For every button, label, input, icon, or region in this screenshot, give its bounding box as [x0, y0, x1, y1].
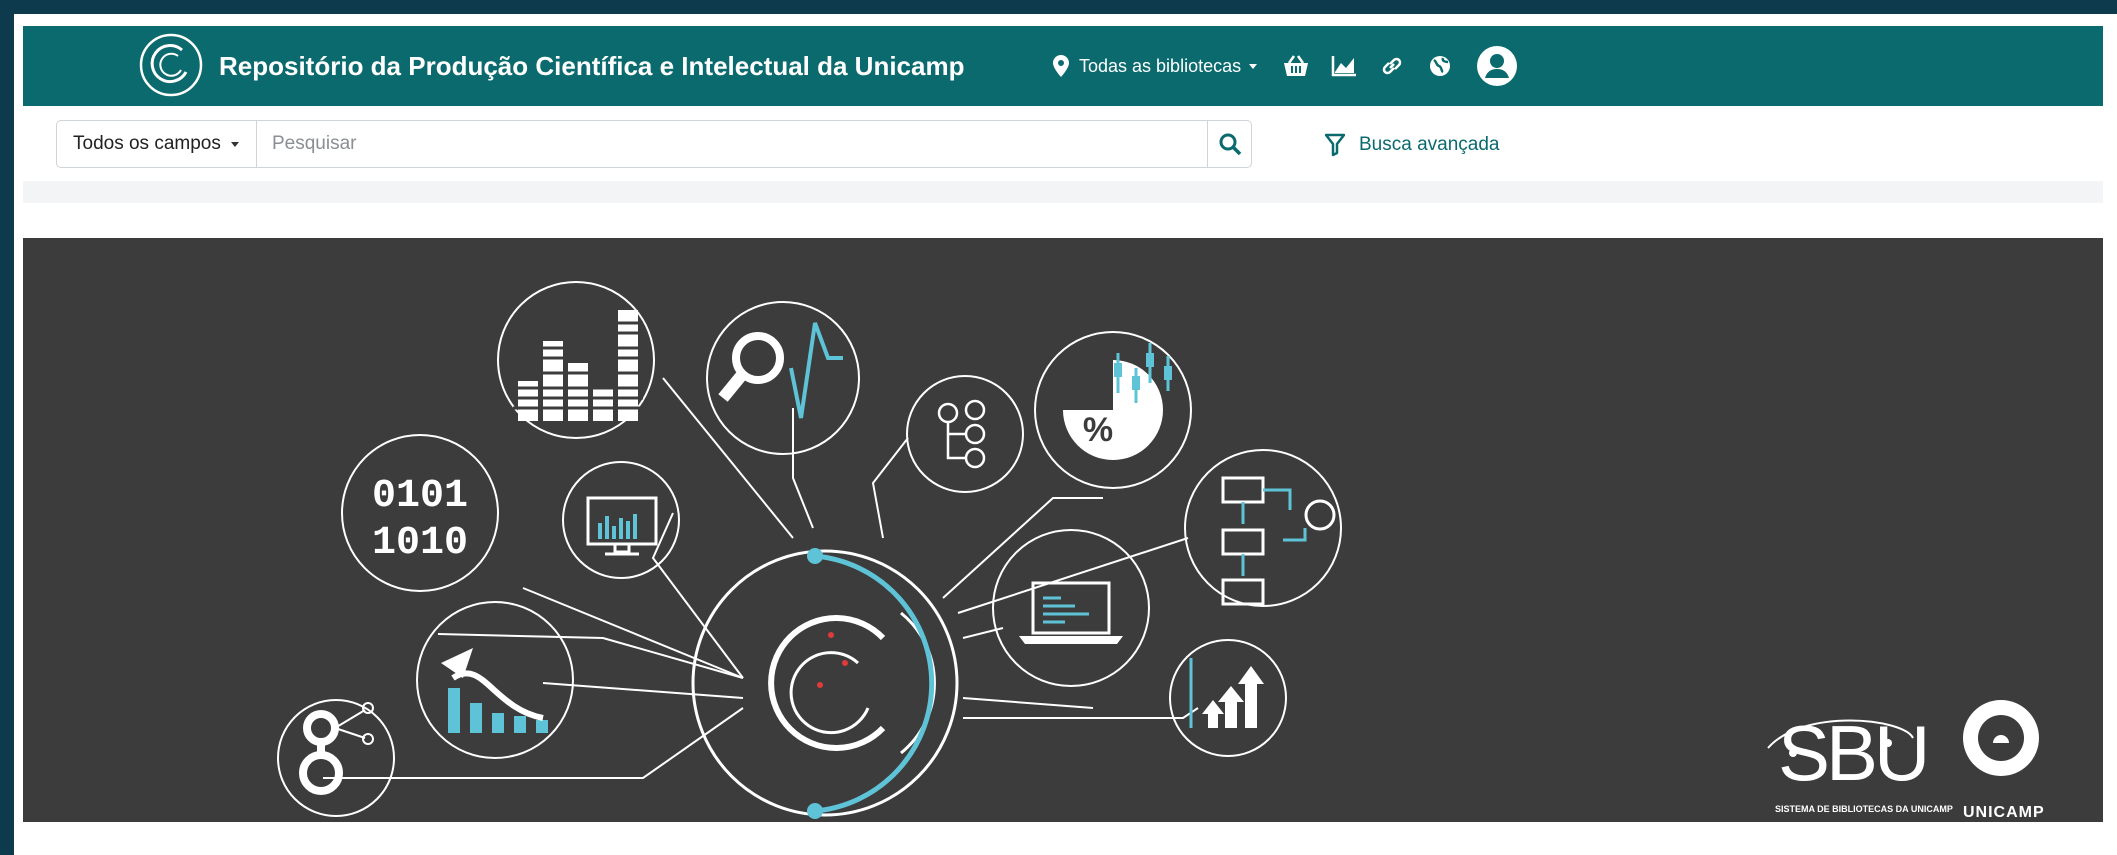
top-navbar: Repositório da Produção Científica e Int… [23, 26, 2103, 106]
site-title[interactable]: Repositório da Produção Científica e Int… [219, 26, 964, 106]
basket-icon[interactable] [1283, 53, 1309, 79]
binary-text-bottom: 1010 [372, 521, 468, 566]
advanced-search-link[interactable]: Busca avançada [1325, 120, 1500, 170]
chevron-down-icon [1249, 63, 1258, 69]
link-icon[interactable] [1379, 53, 1405, 79]
search-input[interactable] [256, 120, 1208, 168]
map-marker-icon [1053, 55, 1069, 77]
sbu-logo-wordmark: SBU [1778, 709, 1930, 797]
subheader-strip [23, 181, 2103, 203]
library-selector-dropdown[interactable]: Todas as bibliotecas [1053, 26, 1258, 106]
unicamp-logo-wordmark: UNICAMP [1963, 804, 2045, 821]
search-bar: Todos os campos [56, 120, 1252, 170]
search-field-dropdown[interactable]: Todos os campos [56, 120, 256, 168]
unicamp-repository-logo-icon[interactable] [138, 32, 204, 98]
globe-icon[interactable] [1427, 53, 1453, 79]
user-avatar-icon[interactable] [1477, 46, 1517, 86]
sbu-logo-subtitle: SISTEMA DE BIBLIOTECAS DA UNICAMP [1775, 804, 1953, 814]
binary-text-top: 0101 [372, 474, 468, 519]
search-button[interactable] [1208, 120, 1252, 168]
chevron-down-icon [230, 141, 239, 147]
chart-line-icon[interactable] [1331, 53, 1357, 79]
search-field-label: Todos os campos [73, 133, 221, 154]
hero-banner: 0101 1010 % SBU SISTEMA DE BIBLIOTECAS D… [23, 238, 2103, 822]
percent-text: % [1083, 411, 1113, 449]
header-icon-group [1283, 26, 1517, 106]
filter-icon [1325, 133, 1345, 157]
search-icon [1219, 133, 1241, 156]
advanced-search-label: Busca avançada [1359, 134, 1500, 155]
library-selector-label: Todas as bibliotecas [1079, 55, 1242, 76]
